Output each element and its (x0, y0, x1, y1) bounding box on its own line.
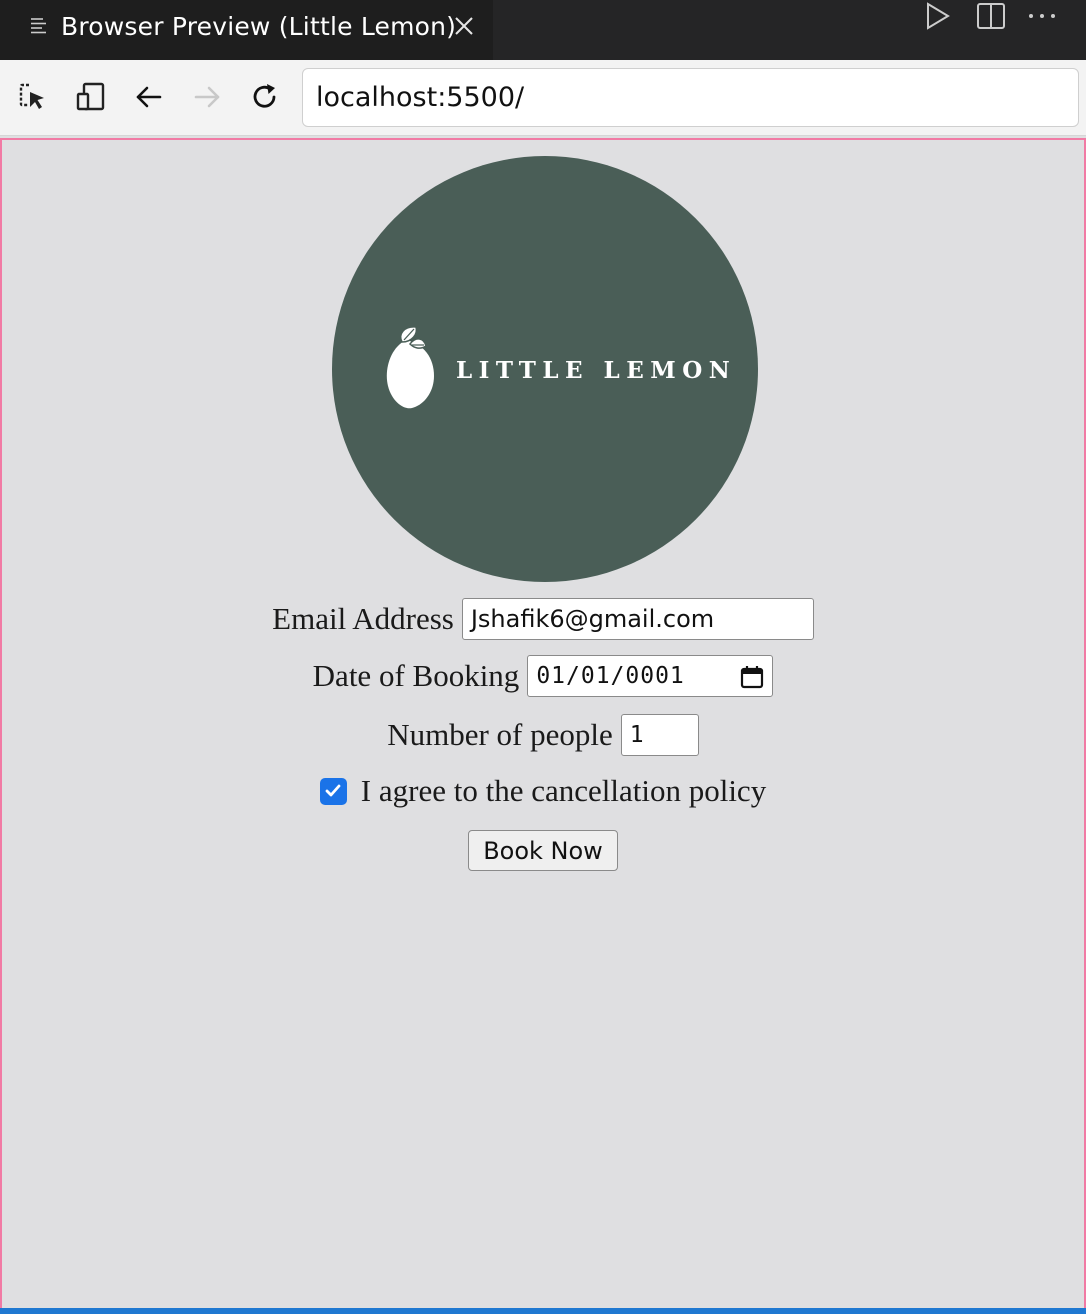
editor-tab-bar: Browser Preview (Little Lemon) (0, 0, 1086, 60)
date-row: Date of Booking 01/01/0001 (2, 655, 1084, 697)
date-value: 01/01/0001 (536, 663, 685, 689)
page-viewport: LITTLE LEMON Email Address Jshafik6@gmai… (0, 138, 1086, 1308)
address-bar[interactable]: localhost:5500/ (302, 68, 1079, 127)
device-toggle-icon[interactable] (76, 82, 106, 112)
status-strip (0, 1308, 1086, 1314)
submit-row: Book Now (2, 830, 1084, 871)
reload-icon[interactable] (250, 82, 280, 112)
close-icon[interactable] (452, 14, 476, 38)
tab-title: Browser Preview (Little Lemon) (61, 12, 457, 41)
url-text: localhost:5500/ (316, 82, 525, 113)
checkmark-icon (325, 784, 341, 797)
inspect-element-icon[interactable] (18, 82, 48, 112)
more-actions-icon[interactable] (1026, 0, 1058, 32)
people-field[interactable]: 1 (620, 714, 699, 756)
menu-lines-icon (31, 18, 46, 34)
email-label: Email Address (272, 601, 454, 636)
policy-row: I agree to the cancellation policy (2, 773, 1084, 809)
people-label: Number of people (387, 717, 613, 752)
back-arrow-icon[interactable] (134, 82, 164, 112)
browser-toolbar: localhost:5500/ (0, 60, 1086, 136)
people-row: Number of people 1 (2, 714, 1084, 756)
logo-text: LITTLE LEMON (456, 357, 737, 384)
lemon-icon (386, 326, 434, 409)
split-editor-icon[interactable] (975, 0, 1007, 32)
tab-browser-preview[interactable]: Browser Preview (Little Lemon) (0, 0, 493, 60)
book-now-button[interactable]: Book Now (468, 830, 618, 871)
date-field[interactable]: 01/01/0001 (527, 655, 774, 697)
run-icon[interactable] (921, 0, 953, 32)
little-lemon-logo: LITTLE LEMON (332, 156, 758, 582)
forward-arrow-icon[interactable] (192, 82, 222, 112)
email-row: Email Address Jshafik6@gmail.com (2, 598, 1084, 640)
policy-label: I agree to the cancellation policy (360, 773, 767, 808)
date-label: Date of Booking (312, 658, 520, 693)
calendar-icon[interactable] (740, 665, 764, 689)
policy-checkbox[interactable] (319, 777, 347, 805)
email-field[interactable]: Jshafik6@gmail.com (461, 598, 814, 640)
